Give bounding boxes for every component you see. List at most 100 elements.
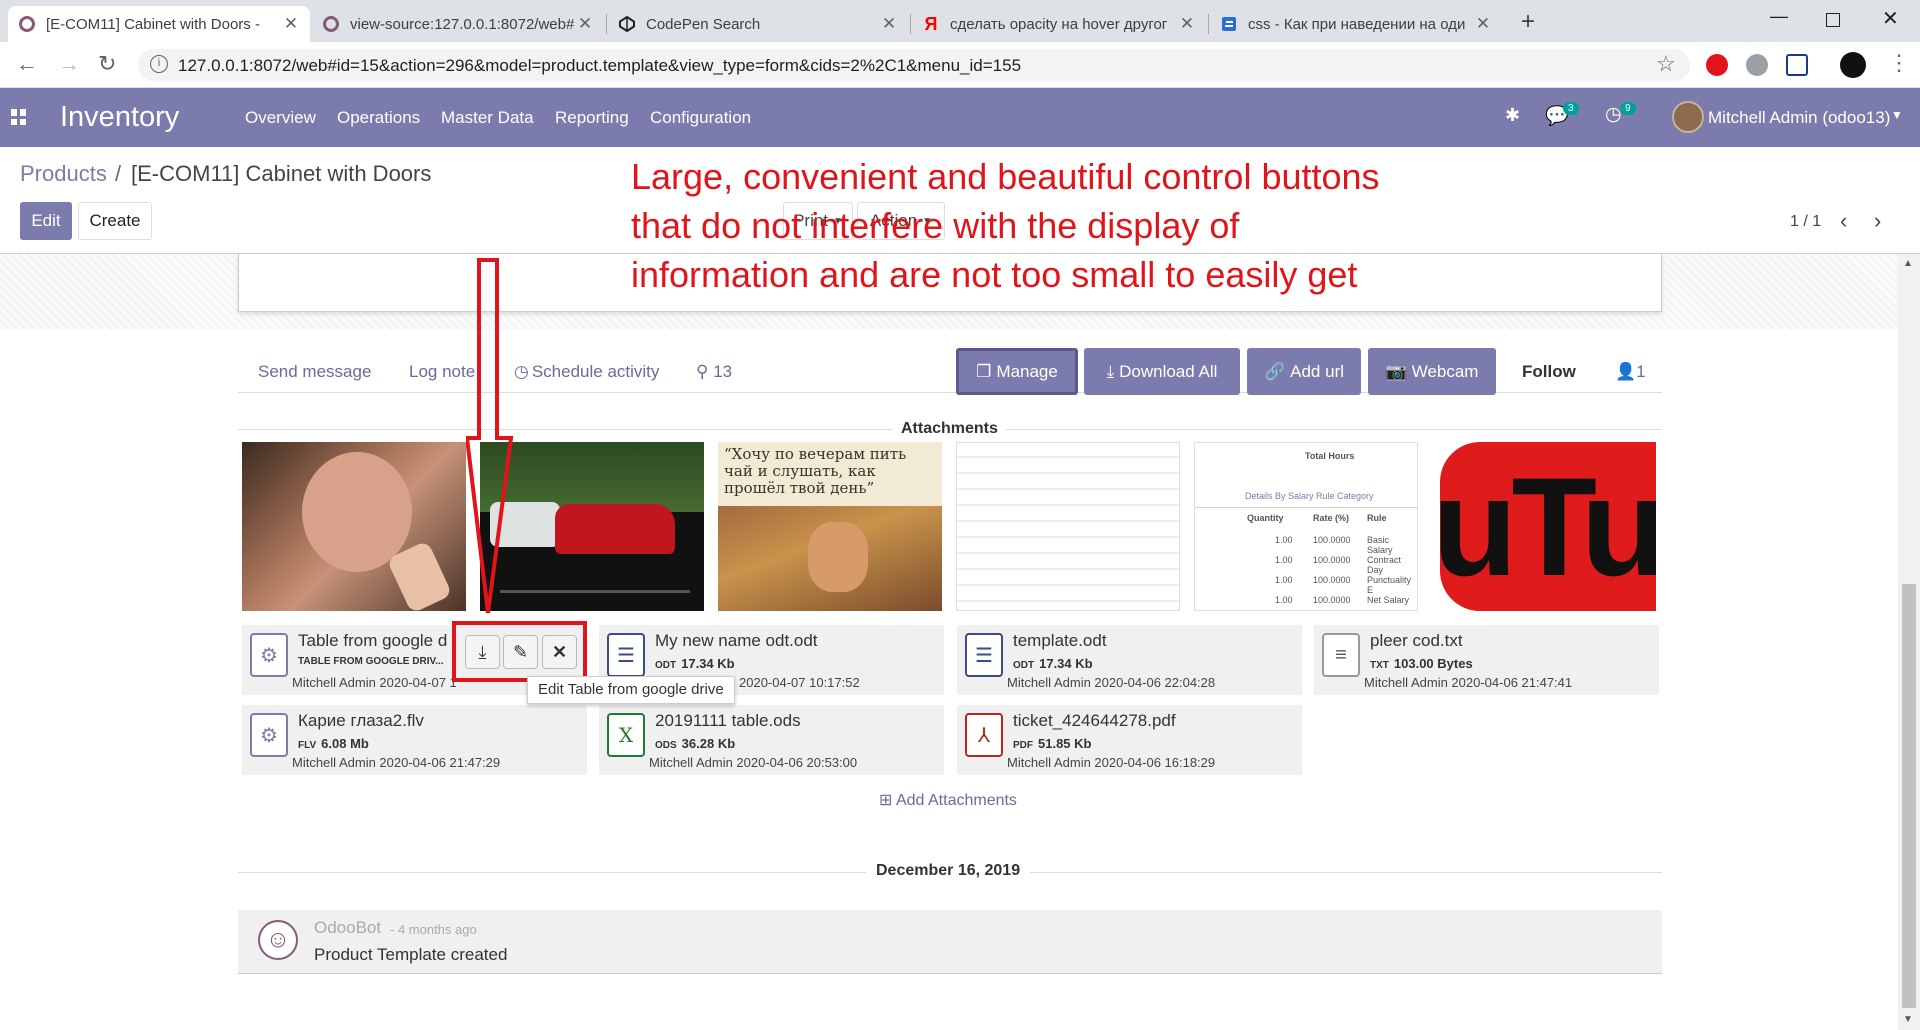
new-tab-button[interactable]: +: [1521, 8, 1535, 36]
table-title: Total Hours: [1305, 451, 1355, 461]
attachment-card[interactable]: ≡ pleer cod.txt TXT 103.00 Bytes Mitchell…: [1314, 625, 1659, 695]
pager-value[interactable]: 1 / 1: [1790, 213, 1821, 231]
document-icon: ☰: [965, 633, 1003, 677]
annotation-line-2: that do not interfere with the display o…: [631, 205, 1240, 246]
tab-title: CodePen Search: [646, 15, 761, 33]
add-url-button[interactable]: 🔗 Add url: [1247, 348, 1361, 395]
menu-overview[interactable]: Overview: [245, 108, 316, 128]
attachment-count: 13: [713, 362, 733, 381]
download-all-button[interactable]: ⤓ Download All: [1084, 348, 1240, 395]
browser-tab-2[interactable]: view-source:127.0.0.1:8072/web# ✕: [312, 6, 604, 42]
minimize-icon[interactable]: —: [1770, 6, 1788, 27]
paperclip-icon: ⚲: [696, 362, 709, 381]
attachment-card[interactable]: ⅄ ticket_424644278.pdf PDF 51.85 Kb Mitch…: [957, 705, 1302, 775]
red-car-shape: [555, 504, 675, 554]
close-icon[interactable]: ✕: [1474, 14, 1492, 34]
maximize-icon[interactable]: [1826, 13, 1840, 27]
document-icon: ☰: [607, 633, 645, 677]
browser-tab-1[interactable]: [E-COM11] Cabinet with Doors - ✕: [8, 6, 310, 42]
menu-configuration[interactable]: Configuration: [650, 108, 751, 128]
attachment-name: Table from google d...: [298, 631, 448, 650]
breadcrumb-current: [E-COM11] Cabinet with Doors: [131, 161, 432, 186]
thumbnail-photo-face[interactable]: [242, 442, 466, 611]
scroll-up-icon[interactable]: ▲: [1903, 258, 1913, 269]
user-avatar[interactable]: [1672, 101, 1704, 133]
message-author[interactable]: OdooBot: [314, 918, 381, 938]
attachment-meta: Mitchell Admin 2020-04-06 21:47:29: [292, 755, 501, 770]
attachment-card[interactable]: ⚙ Карие глаза2.flv FLV 6.08 Mb Mitchell A…: [242, 705, 587, 775]
attachment-meta: Mitchell Admin 2020-04-06 21:47:41: [1364, 675, 1573, 690]
bug-icon[interactable]: ✱: [1505, 105, 1520, 126]
menu-operations[interactable]: Operations: [337, 108, 420, 128]
thumbnail-salary-list[interactable]: [956, 442, 1180, 611]
back-arrow-icon[interactable]: ←: [16, 51, 38, 77]
edit-button[interactable]: Edit: [20, 202, 72, 240]
link-icon: 🔗: [1263, 361, 1286, 381]
menu-reporting[interactable]: Reporting: [555, 108, 629, 128]
followers-button[interactable]: 👤1: [1615, 362, 1646, 382]
attachment-ext: FLV: [298, 740, 317, 751]
create-button[interactable]: Create: [78, 202, 152, 240]
gear-icon: ⚙: [250, 633, 288, 677]
follow-button[interactable]: Follow: [1522, 362, 1576, 382]
webcam-button[interactable]: 📷 Webcam: [1368, 348, 1496, 395]
scroll-down-icon[interactable]: ▼: [1903, 1014, 1913, 1025]
address-bar[interactable]: i 127.0.0.1:8072/web#id=15&action=296&mo…: [138, 49, 1690, 81]
thumbnail-youtube-logo[interactable]: uTub: [1432, 442, 1656, 611]
browser-tab-4[interactable]: Я сделать opacity на hover другог ✕: [912, 6, 1206, 42]
add-attachments-label: Add Attachments: [895, 792, 1017, 809]
attachment-size: 6.08 Mb: [321, 736, 369, 751]
chevron-right-icon[interactable]: ›: [1874, 208, 1881, 234]
annotation-line-3: information and are not too small to eas…: [631, 254, 1358, 295]
browser-tab-3[interactable]: CodePen Search ✕: [608, 6, 908, 42]
opera-extension-icon[interactable]: [1706, 54, 1728, 76]
close-icon[interactable]: ✕: [576, 14, 594, 34]
schedule-activity-button[interactable]: ◷ Schedule activity: [514, 362, 659, 382]
attachments-title: Attachments: [893, 420, 1006, 438]
attachment-size: 17.34 Kb: [1039, 656, 1093, 671]
cell: 1.00: [1275, 575, 1293, 585]
thumbnail-payroll-table[interactable]: Total Hours Details By Salary Rule Categ…: [1194, 442, 1418, 611]
menu-master-data[interactable]: Master Data: [441, 108, 534, 128]
app-name[interactable]: Inventory: [60, 101, 179, 134]
thumbnail-quote-image[interactable]: “Хочу по вечерам пить чай и слушать, как…: [718, 442, 942, 611]
table-tab: Details By Salary Rule Category: [1245, 491, 1374, 501]
breadcrumb-products[interactable]: Products: [20, 161, 107, 187]
apps-menu-icon[interactable]: [11, 109, 27, 125]
add-attachments-link[interactable]: ⊞ Add Attachments: [879, 790, 1017, 810]
attachment-meta: Mitchell Admin 2020-04-07 1: [292, 675, 457, 690]
close-icon[interactable]: ✕: [880, 14, 898, 34]
table-divider: [1195, 507, 1417, 508]
bookmark-star-icon[interactable]: ☆: [1656, 51, 1676, 77]
user-menu[interactable]: Mitchell Admin (odoo13): [1708, 108, 1890, 128]
notion-extension-icon[interactable]: [1786, 54, 1808, 76]
send-message-button[interactable]: Send message: [258, 362, 371, 382]
attachment-card[interactable]: ☰ template.odt ODT 17.34 Kb Mitchell Admi…: [957, 625, 1302, 695]
scrollbar-thumb[interactable]: [1902, 584, 1916, 1008]
info-icon[interactable]: i: [150, 55, 168, 73]
cell: 100.0000: [1313, 575, 1351, 585]
download-icon: ⤓: [1106, 361, 1115, 381]
attachment-count-button[interactable]: ⚲ 13: [696, 362, 732, 382]
tab-divider: [910, 14, 911, 34]
browser-tab-5[interactable]: css - Как при наведении на оди ✕: [1210, 6, 1502, 42]
adblock-extension-icon[interactable]: [1746, 54, 1768, 76]
forward-arrow-icon[interactable]: →: [58, 51, 80, 77]
date-separator: December 16, 2019: [866, 862, 1031, 880]
manage-button[interactable]: ❐ Manage: [956, 348, 1078, 395]
cell: Basic Salary: [1367, 535, 1393, 555]
cell: 1.00: [1275, 595, 1293, 605]
browser-menu-icon[interactable]: ⋮: [1888, 50, 1910, 76]
attachment-name: Карие глаза2.flv: [298, 711, 424, 730]
chevron-left-icon[interactable]: ‹: [1840, 208, 1847, 234]
attachment-ext: ODT: [1013, 660, 1035, 671]
close-icon[interactable]: ✕: [282, 14, 300, 34]
profile-avatar[interactable]: [1840, 52, 1866, 78]
download-all-label: Download All: [1119, 361, 1218, 381]
reload-icon[interactable]: ↻: [98, 51, 116, 77]
attachment-size: 36.28 Kb: [681, 736, 736, 751]
close-window-icon[interactable]: ✕: [1882, 6, 1899, 31]
close-icon[interactable]: ✕: [1178, 14, 1196, 34]
attachment-card[interactable]: X 20191111 table.ods ODS 36.28 Kb Mitchel…: [599, 705, 944, 775]
caret-down-icon[interactable]: ▼: [1891, 108, 1903, 122]
